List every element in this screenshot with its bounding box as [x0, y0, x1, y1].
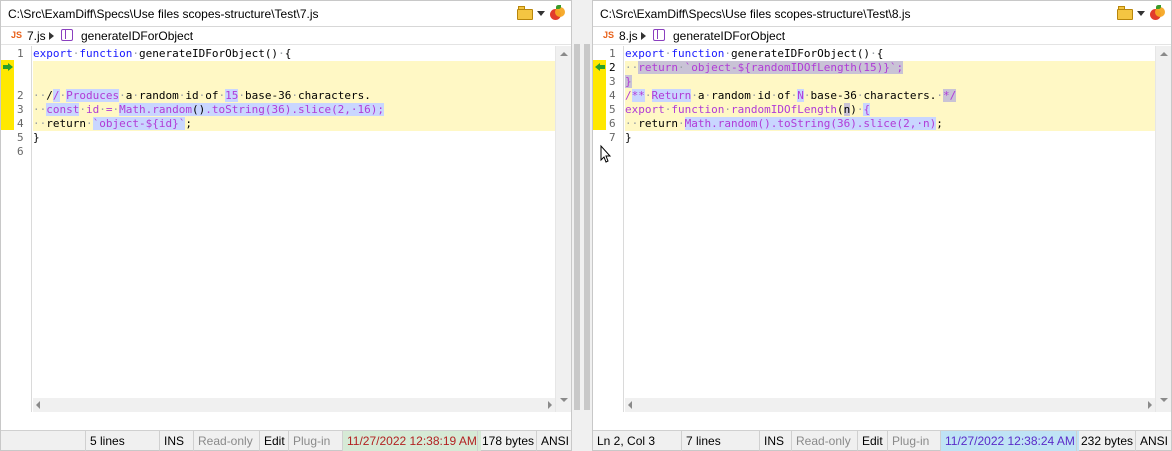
mouse-cursor-icon: [600, 144, 612, 163]
code-line: ··return·Math.random().toString(36).slic…: [625, 117, 1155, 131]
cube-symbol-icon: [653, 29, 665, 41]
line-number: 6: [609, 117, 616, 130]
diff-arrow-icon[interactable]: [595, 63, 605, 71]
right-status-bar: Ln 2, Col 3 7 lines INS Read-only Edit P…: [593, 430, 1172, 451]
left-pane: C:\Src\ExamDiff\Specs\Use files scopes-s…: [0, 0, 572, 451]
code-line: export·function·randomIDOfLength(n)·{: [625, 103, 1155, 117]
code-line: ··return·`object-${randomIDOfLength(15)}…: [625, 61, 1155, 75]
left-vertical-scrollbar[interactable]: [555, 46, 571, 412]
status-lines: 5 lines: [85, 431, 129, 451]
js-file-icon: JS: [603, 30, 615, 40]
code-line: export·function·generateIDForObject()·{: [625, 47, 884, 60]
status-size: 178 bytes: [477, 431, 538, 451]
status-plugin[interactable]: Plug-in: [288, 431, 334, 451]
left-diff-gutter: [1, 46, 14, 412]
status-date: 11/27/2022 12:38:24 AM: [940, 431, 1079, 451]
line-number: 3: [17, 103, 24, 116]
status-position: Ln 2, Col 3: [597, 434, 656, 448]
status-edit[interactable]: Edit: [259, 431, 289, 451]
status-plugin[interactable]: Plug-in: [887, 431, 933, 451]
status-lines: 7 lines: [681, 431, 725, 451]
dropdown-caret-icon[interactable]: [537, 10, 545, 16]
breadcrumb-separator-icon: [641, 32, 646, 40]
right-vertical-scrollbar[interactable]: [1155, 46, 1171, 412]
status-encoding[interactable]: ANSI: [536, 431, 573, 451]
open-folder-icon[interactable]: [517, 6, 533, 20]
code-line: ··return·`object-${id}`;: [33, 117, 555, 131]
right-title-bar: C:\Src\ExamDiff\Specs\Use files scopes-s…: [593, 1, 1171, 27]
left-file-path: C:\Src\ExamDiff\Specs\Use files scopes-s…: [8, 7, 319, 21]
right-diff-gutter: [593, 46, 606, 412]
left-toolbar: [517, 5, 565, 21]
status-date: 11/27/2022 12:38:19 AM: [342, 431, 481, 451]
line-number: 4: [609, 89, 616, 102]
dropdown-caret-icon[interactable]: [1137, 10, 1145, 16]
left-breadcrumb: JS 7.js generateIDForObject: [1, 27, 571, 45]
right-pane: C:\Src\ExamDiff\Specs\Use files scopes-s…: [592, 0, 1172, 451]
breadcrumb-file[interactable]: 7.js: [27, 29, 46, 43]
status-size: 232 bytes: [1076, 431, 1137, 451]
code-line: /**·Return·a·random·id·of·N·base-36·char…: [625, 89, 1155, 103]
status-edit[interactable]: Edit: [857, 431, 887, 451]
right-editor[interactable]: 1 2 3 4 5 6 7 export·function·generateID…: [593, 46, 1171, 412]
cube-symbol-icon: [61, 29, 73, 41]
right-toolbar: [1117, 5, 1165, 21]
left-title-bar: C:\Src\ExamDiff\Specs\Use files scopes-s…: [1, 1, 571, 27]
status-readonly[interactable]: Read-only: [791, 431, 855, 451]
code-line-empty: [33, 75, 555, 89]
js-file-icon: JS: [11, 30, 23, 40]
code-line: }: [625, 75, 1155, 89]
pane-splitter[interactable]: [572, 0, 592, 451]
left-editor[interactable]: 1 2 3 4 5 6 export·function·generateIDFo…: [1, 46, 571, 412]
status-readonly[interactable]: Read-only: [193, 431, 257, 451]
line-number: 1: [17, 47, 24, 60]
left-status-bar: 5 lines INS Read-only Edit Plug-in 11/27…: [1, 430, 573, 451]
line-number: 7: [609, 131, 616, 144]
line-number: 2: [609, 61, 616, 74]
status-ins[interactable]: INS: [159, 431, 188, 451]
line-number: 3: [609, 75, 616, 88]
right-breadcrumb: JS 8.js generateIDForObject: [593, 27, 1171, 45]
examdiff-logo-icon[interactable]: [549, 5, 565, 21]
left-horizontal-scrollbar[interactable]: [33, 398, 555, 412]
examdiff-logo-icon[interactable]: [1149, 5, 1165, 21]
line-number: 4: [17, 117, 24, 130]
code-line: }: [33, 131, 40, 144]
breadcrumb-file[interactable]: 8.js: [619, 29, 638, 43]
open-folder-icon[interactable]: [1117, 6, 1133, 20]
code-line: }: [625, 131, 632, 144]
line-number: 5: [17, 131, 24, 144]
right-horizontal-scrollbar[interactable]: [625, 398, 1155, 412]
code-line: export·function·generateIDForObject()·{: [33, 47, 292, 60]
code-line-empty: [33, 61, 555, 75]
line-number: 1: [609, 47, 616, 60]
diff-arrow-icon[interactable]: [3, 63, 13, 71]
status-encoding[interactable]: ANSI: [1135, 431, 1172, 451]
breadcrumb-symbol[interactable]: generateIDForObject: [673, 29, 785, 43]
right-file-path: C:\Src\ExamDiff\Specs\Use files scopes-s…: [600, 7, 911, 21]
line-number: 5: [609, 103, 616, 116]
breadcrumb-separator-icon: [49, 32, 54, 40]
breadcrumb-symbol[interactable]: generateIDForObject: [81, 29, 193, 43]
line-number: 6: [17, 145, 24, 158]
code-line: ··//·Produces·a·random·id·of·15·base-36·…: [33, 89, 555, 103]
line-number: 2: [17, 89, 24, 102]
code-line: ··const·id·=·Math.random().toString(36).…: [33, 103, 555, 117]
status-ins[interactable]: INS: [759, 431, 788, 451]
